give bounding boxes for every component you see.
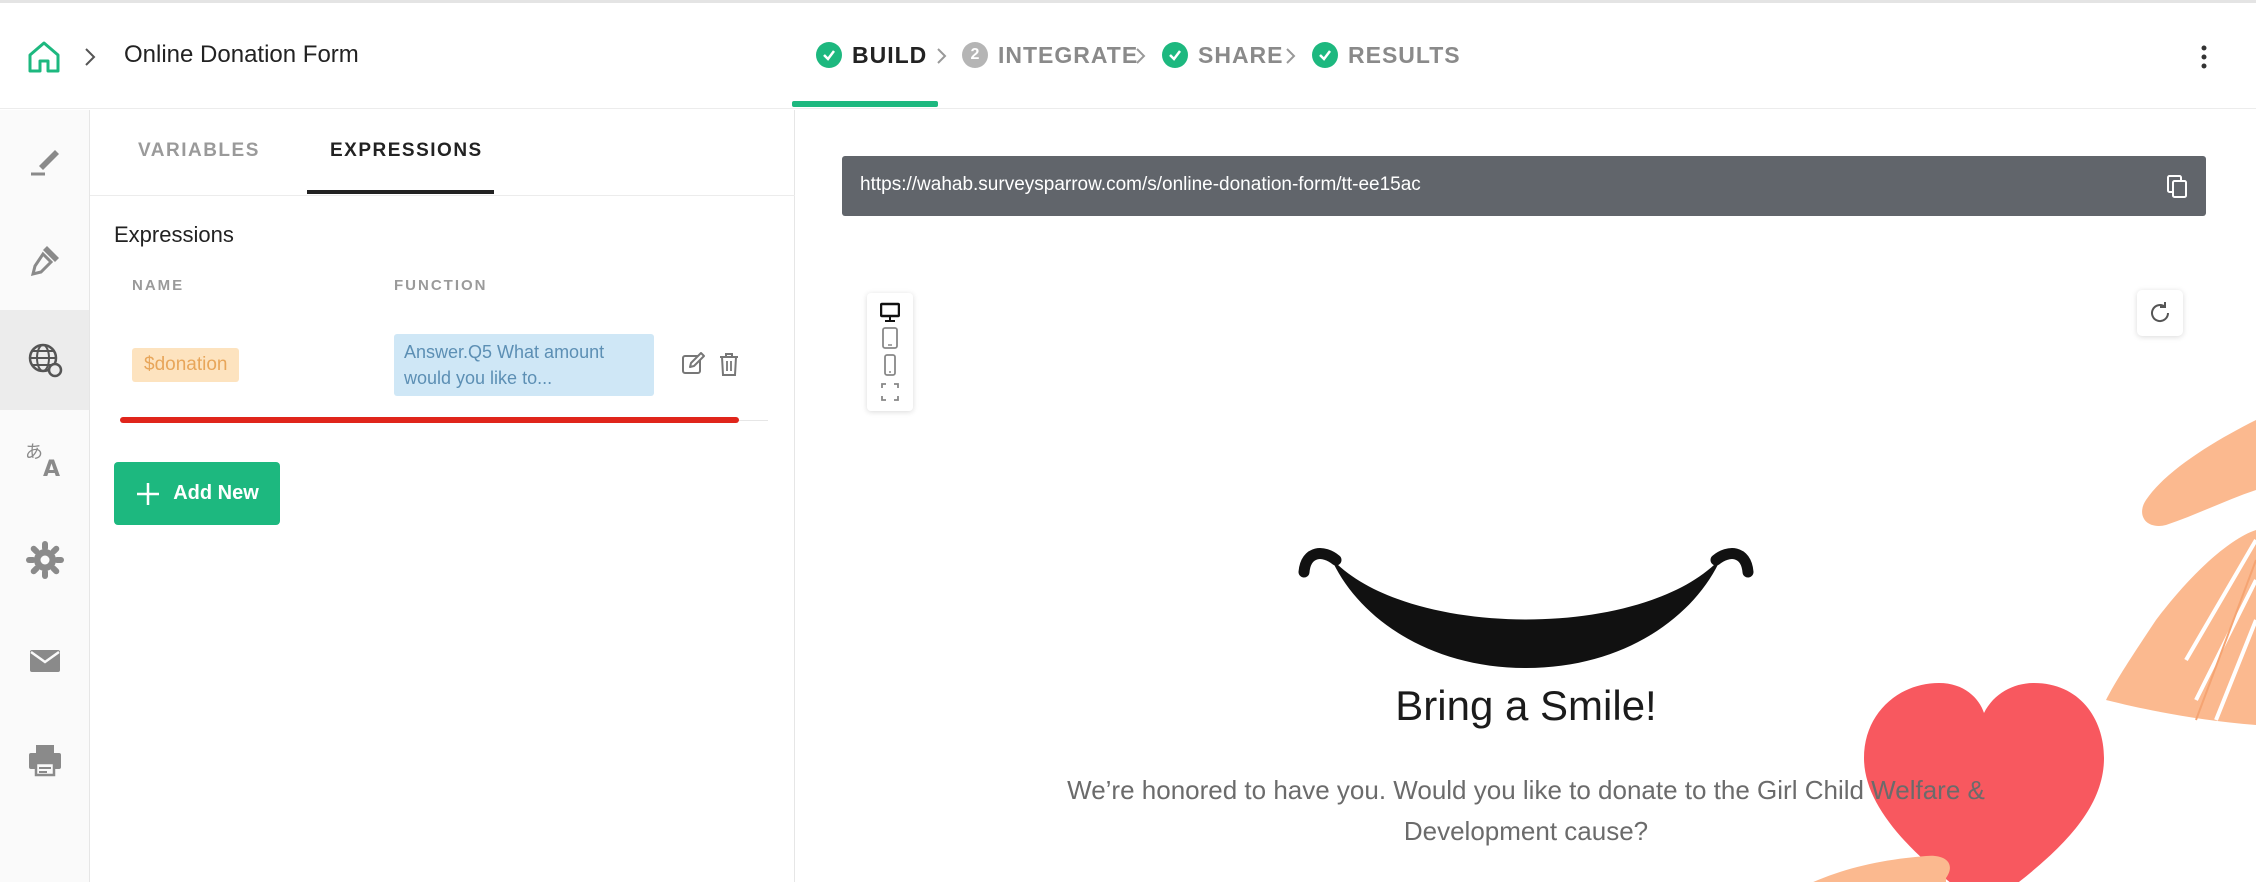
panel-tabs: VARIABLES EXPRESSIONS: [90, 110, 795, 196]
step-share[interactable]: SHARE: [1162, 39, 1284, 71]
edit-icon[interactable]: [680, 350, 706, 378]
expressions-panel: VARIABLES EXPRESSIONS Expressions NAME F…: [90, 110, 795, 882]
trash-icon[interactable]: [716, 350, 742, 378]
gear-icon: [25, 541, 64, 579]
add-new-label: Add New: [173, 482, 259, 504]
add-new-button[interactable]: Add New: [114, 462, 280, 525]
smile-icon: [1298, 548, 1754, 668]
icon-rail: あ A: [0, 110, 90, 882]
section-title: Expressions: [114, 222, 234, 247]
step-build[interactable]: BUILD: [816, 39, 927, 71]
check-icon: [816, 42, 842, 68]
column-header-name: NAME: [132, 277, 185, 294]
chevron-right-icon: [85, 48, 96, 66]
chevron-right-icon: [1136, 48, 1146, 64]
copy-icon[interactable]: [2165, 173, 2189, 199]
rail-item-integrations[interactable]: [0, 310, 89, 410]
brush-pen-icon: [30, 150, 59, 176]
step-label: INTEGRATE: [998, 41, 1139, 68]
plus-icon: [137, 482, 160, 505]
refresh-button[interactable]: [2137, 290, 2183, 336]
rail-item-edit[interactable]: [0, 110, 89, 210]
device-toggle: [867, 293, 913, 411]
step-integrate[interactable]: 2 INTEGRATE: [962, 39, 1138, 71]
home-icon[interactable]: [26, 39, 62, 75]
survey-preview: https://wahab.surveysparrow.com/s/online…: [796, 110, 2256, 882]
mail-icon: [29, 650, 60, 672]
paint-icon: [30, 246, 59, 277]
tab-variables[interactable]: VARIABLES: [138, 140, 260, 162]
column-header-function: FUNCTION: [394, 277, 488, 294]
check-icon: [1162, 42, 1188, 68]
step-label: SHARE: [1198, 41, 1284, 68]
chevron-right-icon: [1286, 48, 1296, 64]
rail-item-settings[interactable]: [0, 510, 89, 610]
translate-icon: あ A: [25, 442, 60, 480]
rail-item-design[interactable]: [0, 210, 89, 310]
svg-text:あ: あ: [25, 442, 43, 463]
globe-settings-icon: [28, 343, 62, 378]
check-icon: [1312, 42, 1338, 68]
desktop-icon[interactable]: [880, 301, 900, 323]
svg-text:A: A: [43, 457, 60, 480]
variable-name-chip[interactable]: $donation: [132, 348, 240, 382]
form-title[interactable]: Online Donation Form: [124, 41, 359, 69]
survey-url[interactable]: https://wahab.surveysparrow.com/s/online…: [860, 174, 1421, 196]
fullscreen-icon[interactable]: [880, 381, 900, 403]
welcome-title: Bring a Smile!: [1395, 682, 1657, 729]
rail-item-print[interactable]: [0, 710, 89, 810]
tablet-icon[interactable]: [880, 327, 900, 349]
active-step-indicator: [792, 101, 938, 107]
step-number-badge: 2: [962, 42, 988, 68]
tab-expressions[interactable]: EXPRESSIONS: [330, 140, 483, 162]
rail-item-translate[interactable]: あ A: [0, 410, 89, 510]
step-results[interactable]: RESULTS: [1312, 39, 1461, 71]
print-icon: [28, 745, 61, 777]
more-vertical-icon[interactable]: [2196, 41, 2212, 73]
function-value[interactable]: Answer.Q5 What amount would you like to.…: [394, 334, 654, 396]
chevron-right-icon: [937, 48, 947, 64]
mobile-icon[interactable]: [880, 354, 900, 376]
hand-illustration-bottom: [1813, 855, 1950, 882]
share-url-bar[interactable]: https://wahab.surveysparrow.com/s/online…: [842, 156, 2206, 216]
refresh-icon: [2151, 302, 2170, 322]
step-label: RESULTS: [1348, 41, 1461, 68]
top-bar: Online Donation Form BUILD 2 INTEGRATE S…: [0, 3, 2256, 109]
highlight-underline: [120, 417, 739, 423]
active-tab-indicator: [307, 190, 494, 194]
welcome-description: We’re honored to have you. Would you lik…: [1067, 775, 1985, 846]
rail-item-email[interactable]: [0, 610, 89, 710]
step-label: BUILD: [852, 41, 928, 68]
